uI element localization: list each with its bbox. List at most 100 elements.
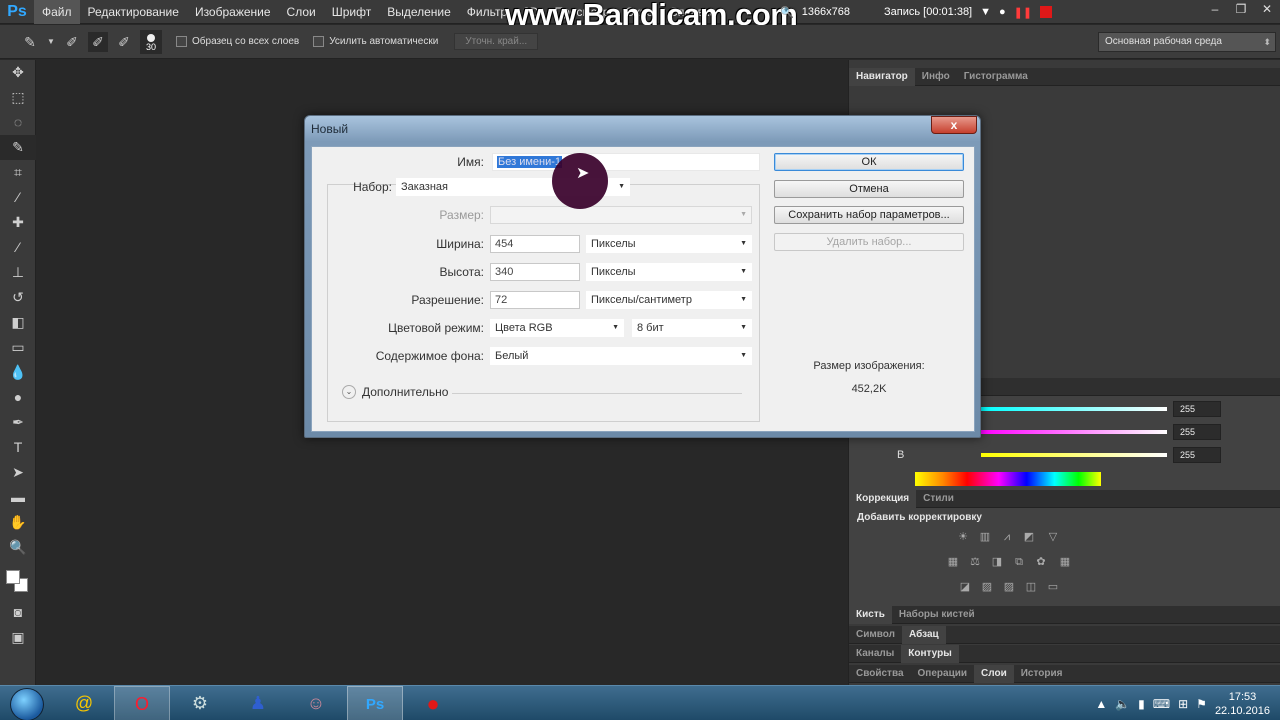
minimize-icon[interactable]: –: [1202, 0, 1228, 20]
pen-tool-icon[interactable]: ✒: [0, 410, 36, 435]
size-select[interactable]: [490, 206, 752, 224]
invert-icon[interactable]: ◪: [957, 580, 973, 594]
restore-icon[interactable]: ❐: [1228, 0, 1254, 20]
brightness-icon[interactable]: ☀: [955, 530, 971, 544]
levels-icon[interactable]: ▥: [977, 530, 993, 544]
add-selection-icon[interactable]: ✐: [88, 31, 108, 52]
gradient-map-icon[interactable]: ▭: [1045, 580, 1061, 594]
move-tool-icon[interactable]: ✥: [0, 60, 36, 85]
width-unit-select[interactable]: Пикселы: [586, 235, 752, 253]
tab-brush[interactable]: Кисть: [849, 605, 892, 624]
tab-info[interactable]: Инфо: [915, 68, 957, 86]
history-brush-tool-icon[interactable]: ↺: [0, 285, 36, 310]
tab-brush-presets[interactable]: Наборы кистей: [892, 606, 982, 624]
language-icon[interactable]: ⊞: [1178, 697, 1188, 711]
green-value[interactable]: 255: [1173, 424, 1221, 440]
bandicam-icon[interactable]: ●: [405, 686, 461, 720]
color-balance-icon[interactable]: ⚖: [967, 555, 983, 569]
ok-button[interactable]: ОК: [774, 153, 964, 171]
tab-actions[interactable]: Операции: [911, 665, 975, 683]
resolution-input[interactable]: 72: [490, 291, 580, 309]
type-tool-icon[interactable]: T: [0, 435, 36, 460]
game-launcher-icon[interactable]: ♟: [230, 686, 286, 720]
rectangle-tool-icon[interactable]: ▬: [0, 485, 36, 510]
new-selection-icon[interactable]: ✐: [62, 32, 82, 52]
search-icon[interactable]: 🔍: [780, 6, 794, 19]
background-contents-select[interactable]: Белый: [490, 347, 752, 365]
tab-channels[interactable]: Каналы: [849, 645, 901, 663]
height-input[interactable]: 340: [490, 263, 580, 281]
sample-all-layers-checkbox[interactable]: Образец со всех слоев: [176, 36, 299, 47]
save-preset-button[interactable]: Сохранить набор параметров...: [774, 206, 964, 224]
browser-icon[interactable]: @: [56, 686, 112, 720]
color-spectrum[interactable]: [915, 472, 1101, 486]
menu-layers[interactable]: Слои: [279, 0, 324, 24]
tab-character[interactable]: Символ: [849, 626, 902, 644]
tab-histogram[interactable]: Гистограмма: [957, 68, 1035, 86]
stop-icon[interactable]: [1040, 6, 1053, 18]
menu-type[interactable]: Шрифт: [324, 0, 379, 24]
checkbox-box[interactable]: [313, 36, 325, 47]
flag-icon[interactable]: ⚑: [1196, 697, 1207, 711]
blue-slider[interactable]: [981, 453, 1167, 457]
dialog-close-button[interactable]: x: [931, 116, 977, 134]
crop-tool-icon[interactable]: ⌗: [0, 160, 36, 185]
game-icon[interactable]: ☺: [288, 686, 344, 720]
checkbox-box[interactable]: [176, 36, 187, 47]
tab-layers[interactable]: Слои: [974, 664, 1014, 683]
brush-tool-icon[interactable]: ⁄: [0, 235, 36, 260]
tab-properties[interactable]: Свойства: [849, 665, 911, 683]
name-input[interactable]: Без имени-1: [492, 153, 760, 171]
blur-tool-icon[interactable]: 💧: [0, 360, 36, 385]
chevron-down-icon[interactable]: ⌄: [342, 385, 356, 399]
screen-mode-icon[interactable]: ▣: [0, 625, 36, 650]
dropdown-icon[interactable]: ▼: [980, 6, 991, 18]
gradient-tool-icon[interactable]: ▭: [0, 335, 36, 360]
network-icon[interactable]: ▮: [1138, 697, 1145, 711]
red-value[interactable]: 255: [1173, 401, 1221, 417]
keyboard-icon[interactable]: ⌨: [1153, 697, 1170, 711]
height-unit-select[interactable]: Пикселы: [586, 263, 752, 281]
hue-saturation-icon[interactable]: ▦: [945, 555, 961, 569]
color-mode-select[interactable]: Цвета RGB: [490, 319, 624, 337]
clock[interactable]: 17:53 22.10.2016: [1215, 690, 1270, 718]
menu-image[interactable]: Изображение: [187, 0, 279, 24]
color-lookup-icon[interactable]: ▦: [1057, 555, 1073, 569]
menu-select[interactable]: Выделение: [379, 0, 459, 24]
dodge-tool-icon[interactable]: ●: [0, 385, 36, 410]
black-white-icon[interactable]: ◨: [989, 555, 1005, 569]
photoshop-taskbar-icon[interactable]: Ps: [347, 686, 403, 720]
refine-edge-button[interactable]: Уточн. край...: [454, 33, 539, 50]
foreground-color-swatch[interactable]: [6, 570, 20, 584]
bit-depth-select[interactable]: 8 бит: [632, 319, 752, 337]
marquee-tool-icon[interactable]: ⬚: [0, 85, 36, 110]
tab-paragraph[interactable]: Абзац: [902, 625, 946, 644]
resolution-unit-select[interactable]: Пикселы/сантиметр: [586, 291, 752, 309]
volume-icon[interactable]: 🔈: [1115, 697, 1130, 711]
steam-icon[interactable]: ⚙: [172, 686, 228, 720]
tab-paths[interactable]: Контуры: [901, 644, 959, 663]
subtract-selection-icon[interactable]: ✐: [114, 32, 134, 52]
start-button[interactable]: [5, 686, 47, 720]
hand-tool-icon[interactable]: ✋: [0, 510, 36, 535]
workspace-select[interactable]: Основная рабочая среда: [1098, 31, 1276, 52]
opera-icon[interactable]: O: [114, 686, 170, 720]
camera-icon[interactable]: ●: [999, 6, 1006, 18]
tab-styles[interactable]: Стили: [916, 490, 961, 508]
close-icon[interactable]: ✕: [1254, 0, 1280, 20]
menu-file[interactable]: Файл: [34, 0, 80, 24]
vibrance-icon[interactable]: ▽: [1045, 530, 1061, 544]
quick-mask-icon[interactable]: ◙: [0, 600, 36, 625]
pause-icon[interactable]: ❚❚: [1014, 6, 1032, 19]
channel-mixer-icon[interactable]: ✿: [1033, 555, 1049, 569]
healing-brush-tool-icon[interactable]: ✚: [0, 210, 36, 235]
quick-selection-tool-icon[interactable]: ✎: [0, 135, 36, 160]
menu-edit[interactable]: Редактирование: [80, 0, 187, 24]
eyedropper-tool-icon[interactable]: ⁄: [0, 185, 36, 210]
selective-color-icon[interactable]: ◫: [1023, 580, 1039, 594]
brush-size-picker[interactable]: 30: [140, 29, 162, 54]
path-selection-tool-icon[interactable]: ➤: [0, 460, 36, 485]
exposure-icon[interactable]: ◩: [1021, 530, 1037, 544]
zoom-tool-icon[interactable]: 🔍: [0, 535, 36, 560]
advanced-toggle[interactable]: ⌄ Дополнительно: [342, 385, 448, 399]
